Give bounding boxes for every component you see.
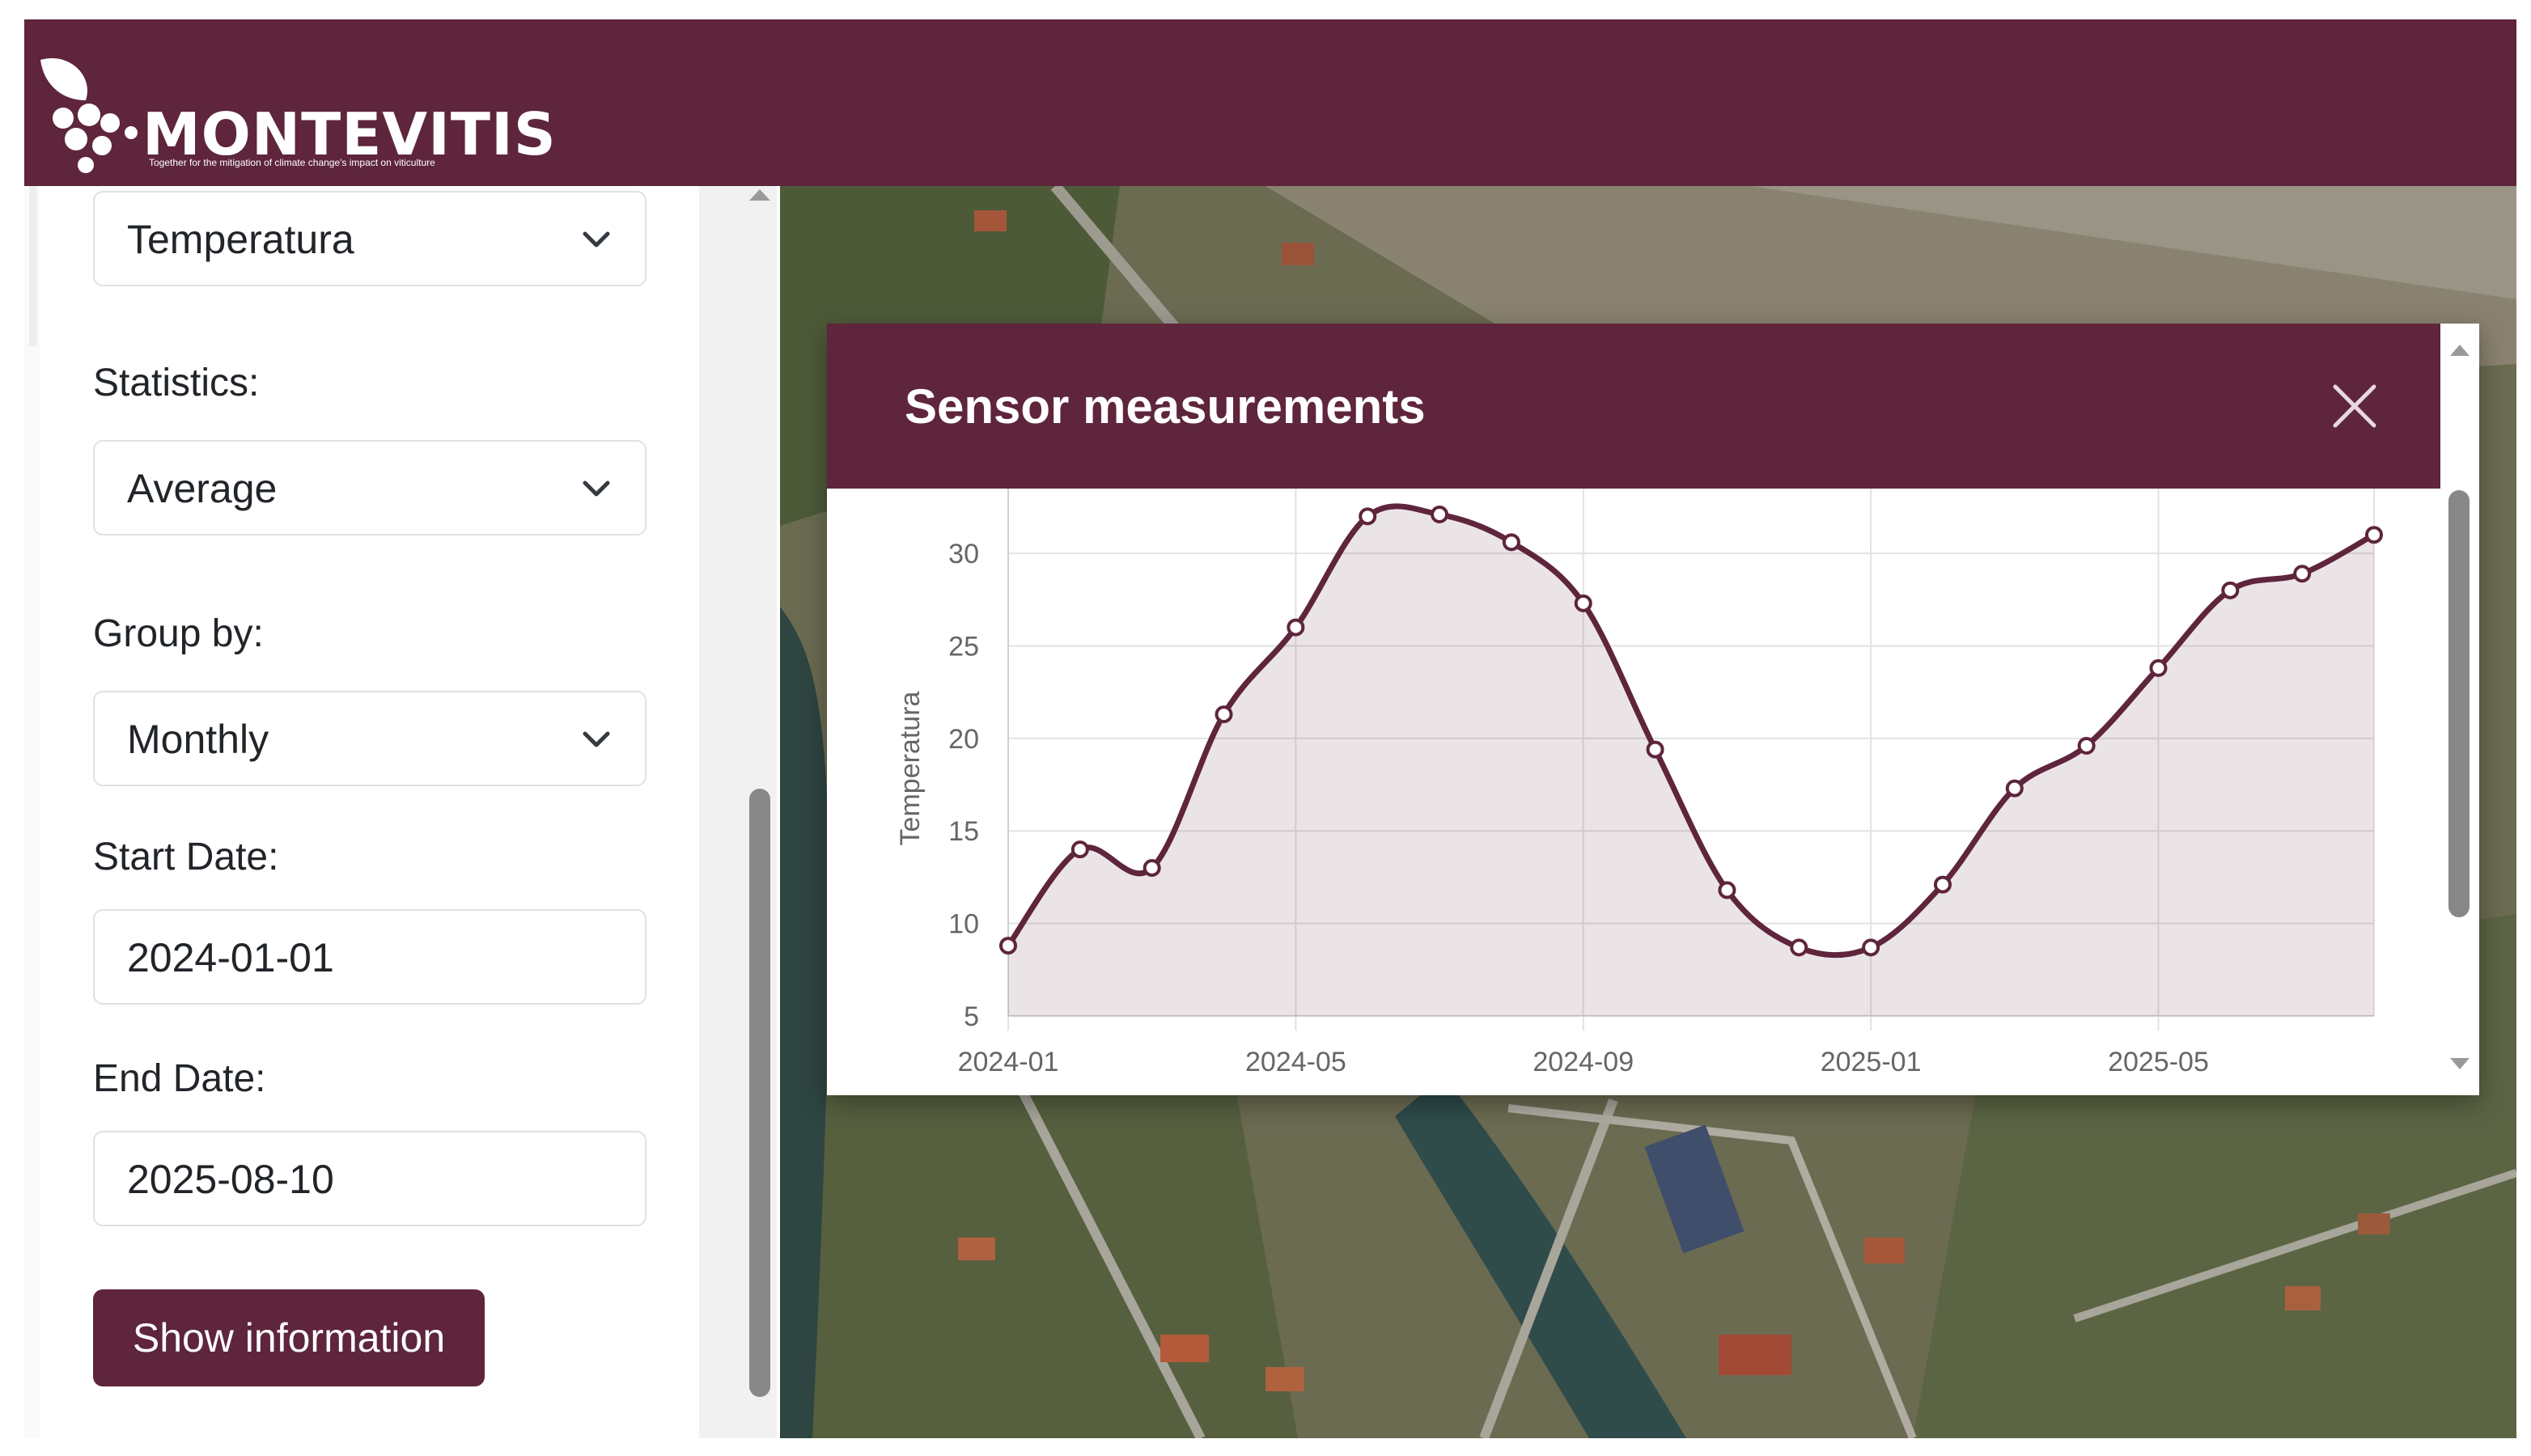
data-point: [1287, 618, 1305, 637]
chevron-down-icon: [583, 480, 610, 497]
variable-select-value: Temperatura: [127, 217, 354, 262]
data-point: [2221, 581, 2240, 599]
data-point: [2293, 565, 2312, 583]
start-date-input[interactable]: 2024-01-01: [93, 909, 647, 1005]
x-tick-label: 2025-01: [1821, 1047, 1922, 1077]
modal-scrollbar-thumb[interactable]: [2448, 490, 2470, 917]
data-point: [1862, 938, 1880, 957]
data-point: [1933, 875, 1952, 894]
data-point: [1215, 705, 1233, 724]
sidebar-edge: [29, 186, 37, 346]
x-tick-label: 2025-05: [2108, 1047, 2209, 1077]
x-tick-label: 2024-01: [958, 1047, 1059, 1077]
chevron-down-icon: [583, 731, 610, 747]
data-point: [2365, 526, 2383, 544]
show-information-button[interactable]: Show information: [93, 1289, 485, 1386]
group-by-label: Group by:: [93, 612, 264, 655]
series-area: [1008, 506, 2374, 1016]
scroll-down-arrow-icon[interactable]: [2448, 1056, 2471, 1071]
y-tick-label: 10: [948, 909, 979, 940]
scroll-up-arrow-icon[interactable]: [2448, 343, 2471, 358]
brand-tagline: Together for the mitigation of climate c…: [149, 157, 435, 168]
sidebar-scrollbar[interactable]: [699, 186, 777, 1438]
sidebar-scrollbar-thumb[interactable]: [749, 789, 770, 1397]
data-point: [1502, 533, 1520, 552]
data-point: [1359, 507, 1377, 526]
modal-header: Sensor measurements: [827, 324, 2440, 489]
end-date-input[interactable]: 2025-08-10: [93, 1131, 647, 1226]
data-point: [1718, 881, 1736, 899]
scroll-up-arrow-icon[interactable]: [746, 186, 774, 202]
end-date-value: 2025-08-10: [127, 1157, 334, 1202]
data-point: [1574, 594, 1592, 612]
y-tick-label: 15: [948, 816, 979, 847]
sensor-measurements-modal: Sensor measurements 5 10 15 20 25 30 2024-01 20…: [827, 324, 2479, 1095]
modal-title: Sensor measurements: [905, 379, 1426, 434]
grape-leaf-icon: [40, 58, 138, 173]
group-by-select-value: Monthly: [127, 717, 269, 762]
montevitis-logo[interactable]: MONTEVITIS Together for the mitigation o…: [29, 44, 556, 181]
variable-select[interactable]: Temperatura: [93, 191, 647, 286]
y-tick-label: 25: [948, 631, 979, 662]
x-tick-label: 2024-05: [1245, 1047, 1346, 1077]
data-point: [1431, 506, 1449, 524]
temperature-chart: 5 10 15 20 25 30 2024-01 2024-05 2024-09 2025-01 2…: [895, 489, 2383, 1077]
group-by-select[interactable]: Monthly: [93, 691, 647, 786]
end-date-label: End Date:: [93, 1057, 266, 1100]
close-icon[interactable]: [2330, 382, 2379, 430]
modal-scrollbar[interactable]: [2440, 324, 2479, 1095]
statistics-label: Statistics:: [93, 362, 260, 404]
data-point: [1646, 740, 1664, 759]
chevron-down-icon: [583, 231, 610, 248]
data-point: [1790, 938, 1808, 957]
x-tick-label: 2024-09: [1533, 1047, 1634, 1077]
data-point: [1070, 840, 1089, 859]
start-date-label: Start Date:: [93, 836, 279, 878]
y-tick-label: 30: [948, 539, 979, 569]
statistics-select-value: Average: [127, 466, 278, 511]
data-point: [999, 937, 1017, 955]
data-point: [2005, 779, 2024, 798]
y-tick-label: 20: [948, 724, 979, 755]
start-date-value: 2024-01-01: [127, 935, 334, 980]
app-header: MONTEVITIS Together for the mitigation o…: [24, 19, 2516, 186]
statistics-select[interactable]: Average: [93, 440, 647, 535]
y-axis-label: Temperatura: [895, 691, 926, 845]
y-tick-label: 5: [964, 1001, 979, 1032]
data-point: [2077, 736, 2096, 755]
data-point: [2149, 658, 2168, 677]
data-point: [1143, 858, 1161, 877]
